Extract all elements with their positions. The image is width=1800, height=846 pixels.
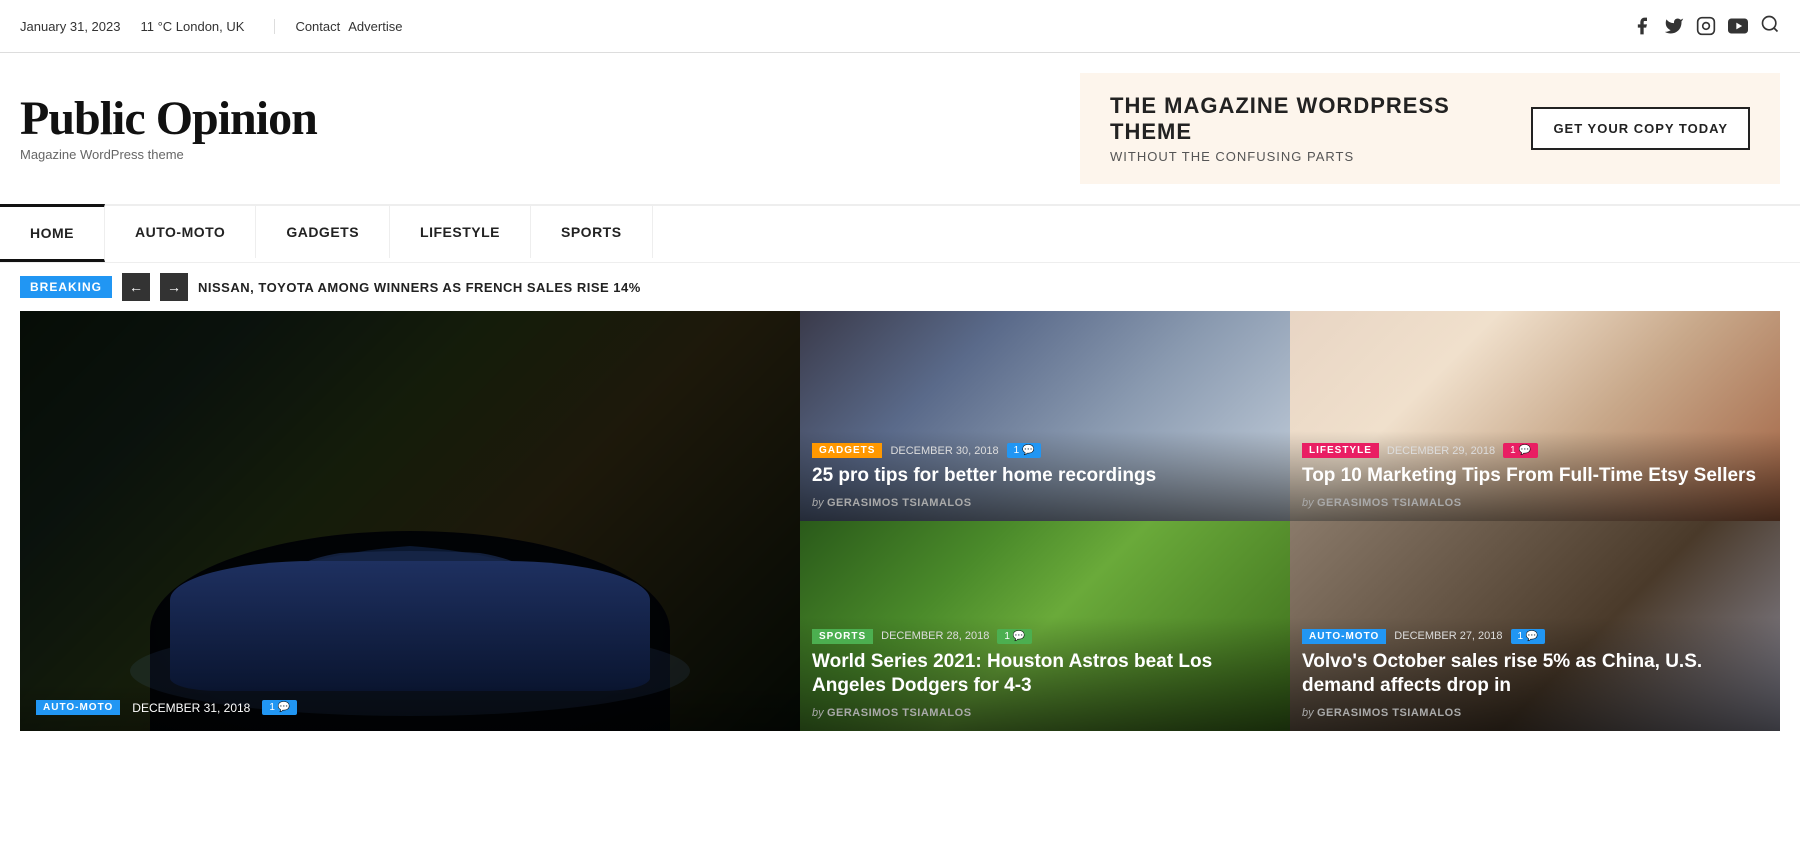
article-overlay: AUTO-MOTO DECEMBER 27, 2018 1 💬 Volvo's … xyxy=(1290,617,1780,731)
article-title: 25 pro tips for better home recordings xyxy=(812,464,1278,489)
site-subtitle: Magazine WordPress theme xyxy=(20,147,317,162)
featured-tag: AUTO-MOTO xyxy=(36,700,120,715)
article-meta: LIFESTYLE DECEMBER 29, 2018 1 💬 xyxy=(1302,443,1768,458)
article-overlay: LIFESTYLE DECEMBER 29, 2018 1 💬 Top 10 M… xyxy=(1290,431,1780,521)
article-overlay: SPORTS DECEMBER 28, 2018 1 💬 World Serie… xyxy=(800,617,1290,731)
article-tag: LIFESTYLE xyxy=(1302,443,1379,458)
top-bar-left: January 31, 2023 11 °C London, UK Contac… xyxy=(20,19,402,34)
articles-grid: GADGETS DECEMBER 30, 2018 1 💬 25 pro tip… xyxy=(800,311,1780,731)
advertise-link[interactable]: Advertise xyxy=(348,19,402,34)
logo-section: Public Opinion Magazine WordPress theme xyxy=(20,95,317,162)
ad-subtitle: WITHOUT THE CONFUSING PARTS xyxy=(1110,149,1491,164)
article-author: by GERASIMOS TSIAMALOS xyxy=(1302,495,1768,509)
article-card-3[interactable]: AUTO-MOTO DECEMBER 27, 2018 1 💬 Volvo's … xyxy=(1290,521,1780,731)
breaking-prev-button[interactable]: ← xyxy=(122,273,150,301)
site-title[interactable]: Public Opinion xyxy=(20,95,317,143)
featured-comments: 1 💬 xyxy=(262,700,297,715)
featured-image xyxy=(20,311,800,731)
instagram-icon[interactable] xyxy=(1696,16,1716,36)
article-date: DECEMBER 30, 2018 xyxy=(890,445,998,457)
article-tag: SPORTS xyxy=(812,629,873,644)
top-bar-links: Contact Advertise xyxy=(295,19,402,34)
ad-text: THE MAGAZINE WORDPRESS THEME WITHOUT THE… xyxy=(1110,93,1491,164)
header: Public Opinion Magazine WordPress theme … xyxy=(0,53,1800,204)
youtube-icon[interactable] xyxy=(1728,16,1748,36)
nav-link-gadgets[interactable]: GADGETS xyxy=(256,206,390,258)
article-comments: 1 💬 xyxy=(1503,443,1538,458)
twitter-icon[interactable] xyxy=(1664,16,1684,36)
nav-item-gadgets: GADGETS xyxy=(256,206,390,262)
breaking-next-button[interactable]: → xyxy=(160,273,188,301)
article-title: Top 10 Marketing Tips From Full-Time Ets… xyxy=(1302,464,1768,489)
nav-item-automoto: AUTO-MOTO xyxy=(105,206,256,262)
breaking-bar: BREAKING ← → NISSAN, TOYOTA AMONG WINNER… xyxy=(0,263,1800,311)
article-date: DECEMBER 27, 2018 xyxy=(1394,630,1502,642)
article-overlay: GADGETS DECEMBER 30, 2018 1 💬 25 pro tip… xyxy=(800,431,1290,521)
article-title: Volvo's October sales rise 5% as China, … xyxy=(1302,650,1768,699)
main-grid: AUTO-MOTO DECEMBER 31, 2018 1 💬 GADGETS … xyxy=(20,311,1780,731)
article-author: by GERASIMOS TSIAMALOS xyxy=(1302,705,1768,719)
ad-cta-button[interactable]: GET YOUR COPY TODAY xyxy=(1531,107,1750,150)
contact-link[interactable]: Contact xyxy=(295,19,340,34)
article-author: by GERASIMOS TSIAMALOS xyxy=(812,495,1278,509)
article-card-1[interactable]: LIFESTYLE DECEMBER 29, 2018 1 💬 Top 10 M… xyxy=(1290,311,1780,521)
article-comments: 1 💬 xyxy=(1511,629,1546,644)
breaking-label: BREAKING xyxy=(20,276,112,298)
nav-link-lifestyle[interactable]: LIFESTYLE xyxy=(390,206,531,258)
nav-item-home: HOME xyxy=(0,206,105,262)
nav-item-lifestyle: LIFESTYLE xyxy=(390,206,531,262)
date-label: January 31, 2023 xyxy=(20,19,140,34)
article-tag: AUTO-MOTO xyxy=(1302,629,1386,644)
breaking-text: NISSAN, TOYOTA AMONG WINNERS AS FRENCH S… xyxy=(198,280,641,295)
article-meta: SPORTS DECEMBER 28, 2018 1 💬 xyxy=(812,629,1278,644)
search-icon[interactable] xyxy=(1760,14,1780,39)
article-meta: GADGETS DECEMBER 30, 2018 1 💬 xyxy=(812,443,1278,458)
article-date: DECEMBER 28, 2018 xyxy=(881,630,989,642)
nav-link-auto-moto[interactable]: AUTO-MOTO xyxy=(105,206,256,258)
ad-banner: THE MAGAZINE WORDPRESS THEME WITHOUT THE… xyxy=(1080,73,1780,184)
article-comments: 1 💬 xyxy=(1007,443,1042,458)
featured-article[interactable]: AUTO-MOTO DECEMBER 31, 2018 1 💬 xyxy=(20,311,800,731)
featured-date: DECEMBER 31, 2018 xyxy=(132,701,250,715)
article-tag: GADGETS xyxy=(812,443,882,458)
article-meta: AUTO-MOTO DECEMBER 27, 2018 1 💬 xyxy=(1302,629,1768,644)
article-card-0[interactable]: GADGETS DECEMBER 30, 2018 1 💬 25 pro tip… xyxy=(800,311,1290,521)
article-comments: 1 💬 xyxy=(997,629,1032,644)
main-nav: HOMEAUTO-MOTOGADGETSLIFESTYLESPORTS xyxy=(0,204,1800,263)
article-date: DECEMBER 29, 2018 xyxy=(1387,445,1495,457)
facebook-icon[interactable] xyxy=(1632,16,1652,36)
nav-item-sports: SPORTS xyxy=(531,206,653,262)
featured-overlay: AUTO-MOTO DECEMBER 31, 2018 1 💬 xyxy=(20,684,800,731)
weather-label: 11 °C London, UK xyxy=(140,19,275,34)
top-bar-right xyxy=(1632,14,1780,39)
article-title: World Series 2021: Houston Astros beat L… xyxy=(812,650,1278,699)
top-bar: January 31, 2023 11 °C London, UK Contac… xyxy=(0,0,1800,53)
article-author: by GERASIMOS TSIAMALOS xyxy=(812,705,1278,719)
ad-title: THE MAGAZINE WORDPRESS THEME xyxy=(1110,93,1491,145)
article-card-2[interactable]: SPORTS DECEMBER 28, 2018 1 💬 World Serie… xyxy=(800,521,1290,731)
nav-link-sports[interactable]: SPORTS xyxy=(531,206,653,258)
nav-link-home[interactable]: HOME xyxy=(0,204,105,262)
